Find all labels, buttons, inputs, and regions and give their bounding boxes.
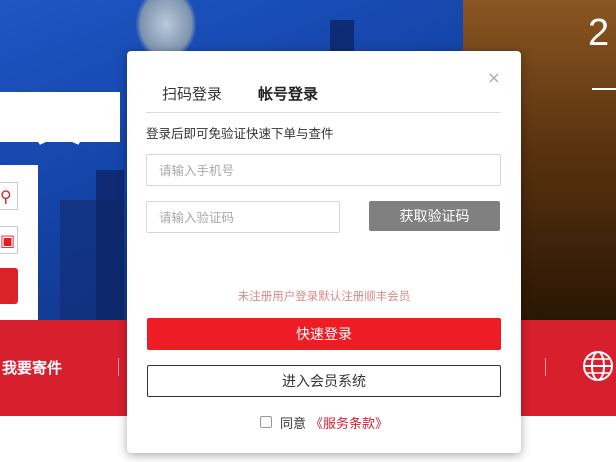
nav-item-send[interactable]: 我要寄件	[2, 357, 62, 378]
phone-input[interactable]	[146, 154, 501, 186]
nav-divider	[545, 358, 546, 376]
quick-login-button[interactable]: 快速登录	[147, 318, 501, 350]
query-button[interactable]	[0, 268, 18, 304]
package-icon: ▣	[0, 231, 16, 250]
tab-account-login[interactable]: 帐号登录	[258, 83, 318, 104]
hero-number: 2	[588, 12, 610, 54]
get-code-button[interactable]: 获取验证码	[369, 201, 500, 231]
register-notice: 未注册用户登录默认注册顺丰会员	[237, 289, 411, 303]
tab-divider	[146, 112, 501, 113]
member-system-button[interactable]: 进入会员系统	[147, 365, 501, 397]
login-modal: 扫码登录 帐号登录 × 登录后即可免验证快速下单与查件 获取验证码 未注册用户登…	[127, 51, 521, 453]
package-input[interactable]: ▣	[0, 226, 18, 254]
globe-icon[interactable]	[582, 350, 614, 382]
waybill-input[interactable]: ⚲	[0, 182, 18, 210]
nav-divider	[118, 358, 119, 376]
city-silhouette	[96, 170, 124, 320]
search-icon: ⚲	[0, 187, 12, 206]
terms-link[interactable]: 《服务条款》	[310, 413, 388, 432]
verification-code-input[interactable]	[146, 201, 340, 233]
login-hint: 登录后即可免验证快速下单与查件	[146, 126, 334, 141]
terms-checkbox[interactable]	[260, 416, 272, 428]
terms-row: 同意 《服务条款》	[260, 413, 388, 432]
close-icon[interactable]: ×	[485, 69, 503, 87]
hero-dash	[592, 88, 616, 90]
terms-label: 同意	[280, 416, 307, 432]
tab-qr-login[interactable]: 扫码登录	[162, 83, 222, 104]
banner-text: 天	[36, 97, 84, 151]
